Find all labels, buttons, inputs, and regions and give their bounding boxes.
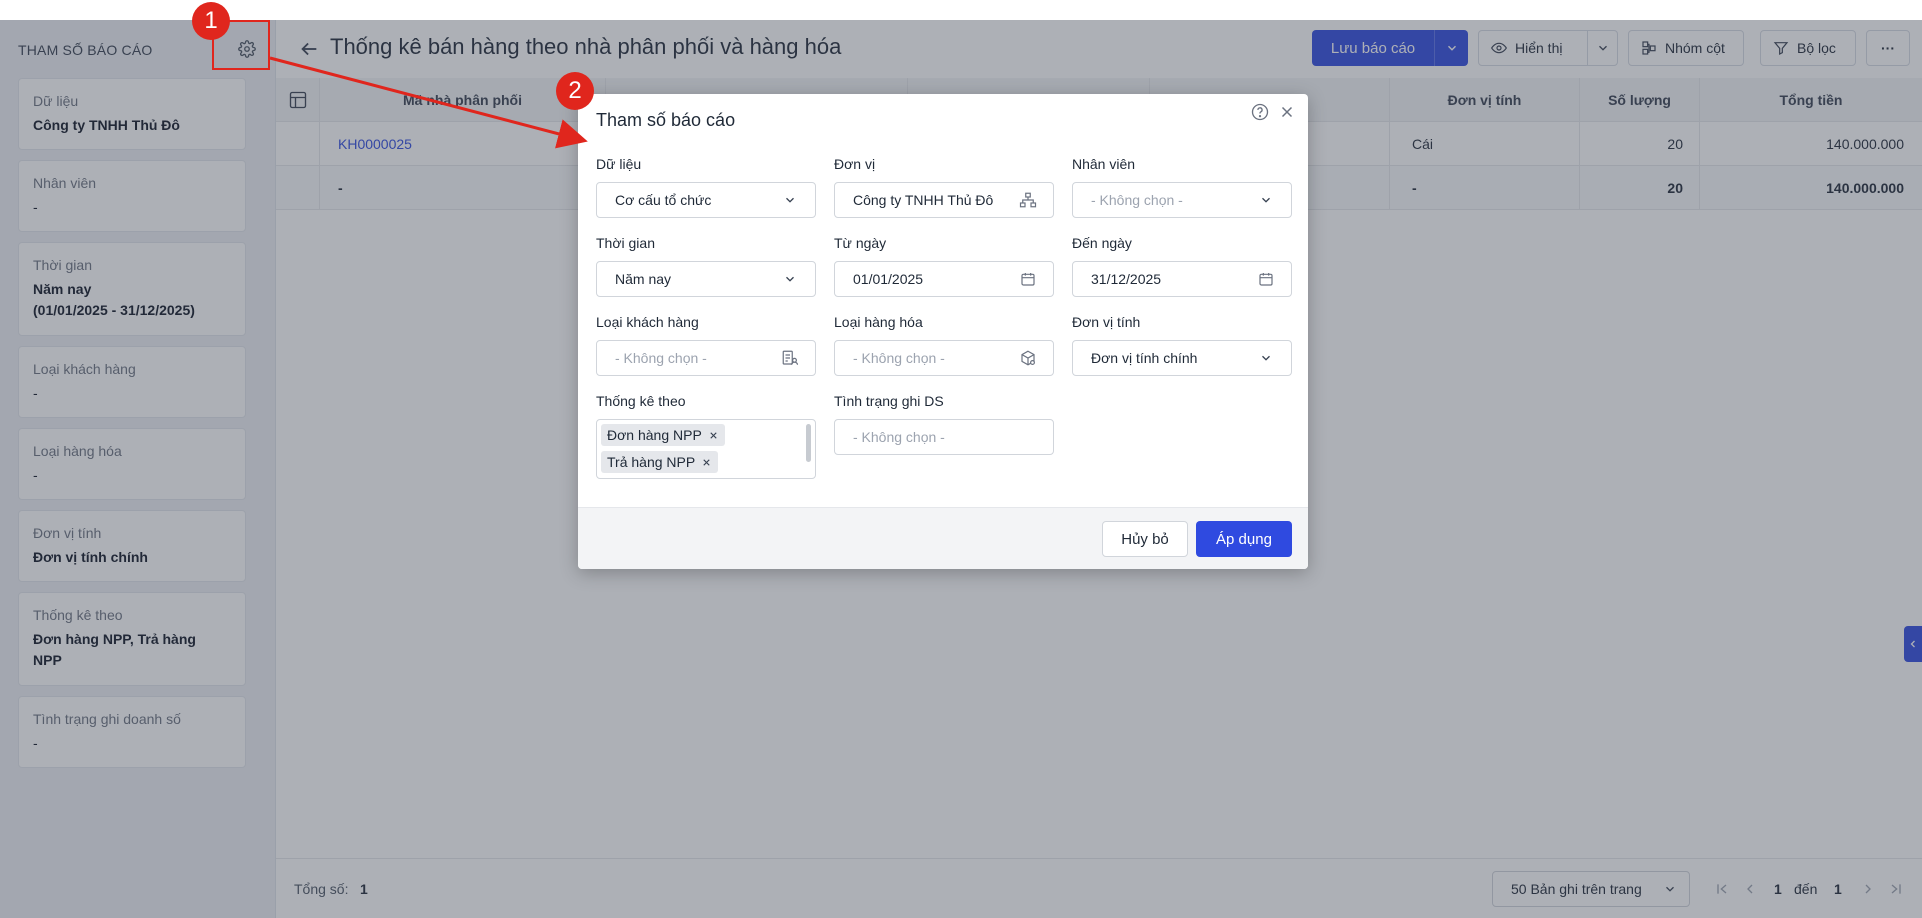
uom-select[interactable]: Đơn vị tính chính	[1072, 340, 1292, 376]
annotation-badge-1: 1	[192, 2, 230, 40]
staff-select-placeholder: - Không chọn -	[1091, 192, 1183, 208]
tag-chip: Đơn hàng NPP	[601, 424, 725, 446]
close-icon[interactable]	[701, 457, 712, 468]
close-icon[interactable]	[708, 430, 719, 441]
help-button[interactable]	[1250, 102, 1270, 122]
data-select-value: Cơ cấu tổ chức	[615, 192, 712, 208]
report-params-dialog: Tham số báo cáo Dữ liệu Cơ cấu tổ chức Đ…	[578, 94, 1308, 569]
data-select[interactable]: Cơ cấu tổ chức	[596, 182, 816, 218]
field-label: Đơn vị	[834, 156, 876, 172]
field-label: Thời gian	[596, 235, 655, 251]
stat-by-multiselect[interactable]: Đơn hàng NPP Trả hàng NPP	[596, 419, 816, 479]
sales-status-placeholder: - Không chọn -	[853, 429, 945, 445]
tag-label: Trả hàng NPP	[607, 454, 696, 470]
sales-status-select[interactable]: - Không chọn -	[834, 419, 1054, 455]
tag-chip: Trả hàng NPP	[601, 451, 719, 473]
customer-type-placeholder: - Không chọn -	[615, 350, 707, 366]
calendar-icon	[1259, 273, 1273, 286]
apply-button[interactable]: Áp dụng	[1196, 521, 1292, 557]
chevron-down-icon	[1262, 197, 1270, 203]
app: THAM SỐ BÁO CÁO Dữ liệu Công ty TNHH Thủ…	[0, 20, 1922, 918]
field-label: Loại hàng hóa	[834, 314, 923, 330]
customer-list-icon	[782, 350, 799, 365]
from-date-value: 01/01/2025	[853, 271, 924, 287]
stat-by-tags: Đơn hàng NPP Trả hàng NPP	[601, 424, 805, 473]
time-select-value: Năm nay	[615, 271, 672, 287]
to-date-input[interactable]: 31/12/2025	[1072, 261, 1292, 297]
org-tree-icon	[1019, 192, 1037, 208]
staff-select[interactable]: - Không chọn -	[1072, 182, 1292, 218]
help-circle-icon	[1251, 103, 1269, 121]
close-button[interactable]	[1278, 103, 1296, 121]
field-label: Nhân viên	[1072, 156, 1136, 172]
unit-picker-value: Công ty TNHH Thủ Đô	[853, 192, 994, 208]
customer-type-picker[interactable]: - Không chọn -	[596, 340, 816, 376]
calendar-icon	[1021, 273, 1035, 286]
tag-label: Đơn hàng NPP	[607, 427, 702, 443]
field-label: Từ ngày	[834, 235, 887, 251]
close-icon	[1281, 106, 1293, 118]
field-label: Đến ngày	[1072, 235, 1132, 251]
goods-type-picker[interactable]: - Không chọn -	[834, 340, 1054, 376]
uom-select-value: Đơn vị tính chính	[1091, 350, 1198, 366]
chevron-down-icon	[1262, 355, 1270, 361]
field-label: Tình trạng ghi DS	[834, 393, 944, 409]
package-search-icon	[1021, 350, 1035, 366]
unit-picker[interactable]: Công ty TNHH Thủ Đô	[834, 182, 1054, 218]
dialog-header-actions	[1250, 102, 1296, 122]
field-label: Loại khách hàng	[596, 314, 699, 330]
field-label: Đơn vị tính	[1072, 314, 1141, 330]
goods-type-placeholder: - Không chọn -	[853, 350, 945, 366]
chevron-down-icon	[786, 197, 794, 203]
time-select[interactable]: Năm nay	[596, 261, 816, 297]
cancel-button[interactable]: Hủy bỏ	[1102, 521, 1188, 557]
dialog-footer: Hủy bỏ Áp dụng	[578, 507, 1308, 569]
field-label: Thống kê theo	[596, 393, 686, 409]
annotation-badge-2: 2	[556, 72, 594, 110]
chevron-down-icon	[786, 276, 794, 282]
field-label: Dữ liệu	[596, 156, 642, 172]
to-date-value: 31/12/2025	[1091, 271, 1162, 287]
from-date-input[interactable]: 01/01/2025	[834, 261, 1054, 297]
scrollbar-thumb[interactable]	[806, 424, 811, 462]
dialog-title: Tham số báo cáo	[596, 110, 736, 130]
